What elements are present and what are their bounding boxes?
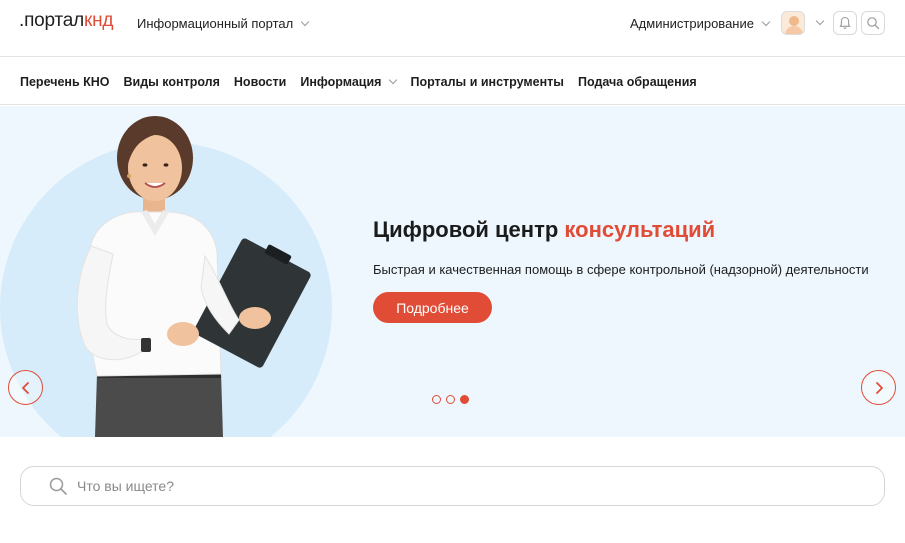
carousel-prev-button[interactable] <box>8 370 43 405</box>
search-input[interactable] <box>77 478 837 494</box>
hero-woman-illustration <box>76 116 311 437</box>
site-search[interactable] <box>20 466 885 506</box>
nav-item-submit-appeal[interactable]: Подача обращения <box>578 75 697 89</box>
nav-item-control-types[interactable]: Виды контроля <box>124 75 220 89</box>
logo-suffix: кнд <box>84 10 114 31</box>
nav-item-label: Новости <box>233 74 287 89</box>
carousel-next-button[interactable] <box>861 370 896 405</box>
nav-item-portals-tools[interactable]: Порталы и инструменты <box>410 75 564 89</box>
chevron-down-icon <box>815 16 825 26</box>
hero-banner: Цифровой центр консультаций Быстрая и ка… <box>0 106 905 437</box>
portal-select-dropdown[interactable]: Информационный портал <box>137 16 310 31</box>
chevron-left-icon <box>21 381 29 394</box>
top-bar: .порталкнд Информационный портал Админис… <box>0 0 905 57</box>
admin-dropdown-label: Администрирование <box>630 16 754 31</box>
nav-item-label: Информация <box>300 74 382 89</box>
hero-title: Цифровой центр консультаций <box>373 217 715 243</box>
chevron-right-icon <box>875 381 883 394</box>
notifications-button[interactable] <box>833 11 857 35</box>
nav-item-information[interactable]: Информация <box>300 74 398 89</box>
portal-select-label: Информационный портал <box>137 16 294 31</box>
chevron-down-icon <box>300 17 310 26</box>
logo-prefix: .портал <box>19 10 85 31</box>
search-icon <box>867 17 880 30</box>
nav-item-label: Порталы и инструменты <box>410 74 564 89</box>
hero-more-button[interactable]: Подробнее <box>373 292 492 323</box>
admin-dropdown[interactable]: Администрирование <box>630 16 771 31</box>
header-search-button[interactable] <box>861 11 885 35</box>
carousel-dot-active[interactable] <box>460 395 469 404</box>
user-menu[interactable] <box>781 11 825 35</box>
avatar <box>781 11 805 35</box>
chevron-down-icon <box>389 75 398 84</box>
carousel-pagination <box>432 395 469 404</box>
chevron-down-icon <box>761 17 771 26</box>
nav-item-label: Виды контроля <box>123 74 220 89</box>
site-logo[interactable]: .порталкнд <box>19 10 114 32</box>
carousel-dot[interactable] <box>446 395 455 404</box>
nav-item-kno-list[interactable]: Перечень КНО <box>20 75 110 89</box>
hero-title-main: Цифровой центр <box>373 217 565 242</box>
search-icon <box>48 476 68 496</box>
hero-subtitle: Быстрая и качественная помощь в сфере ко… <box>373 262 869 277</box>
nav-item-label: Перечень КНО <box>20 74 110 89</box>
main-nav: Перечень КНО Виды контроля Новости Инфор… <box>0 58 905 105</box>
nav-item-news[interactable]: Новости <box>234 75 286 89</box>
nav-item-label: Подача обращения <box>577 74 697 89</box>
bell-icon <box>839 16 851 29</box>
carousel-dot[interactable] <box>432 395 441 404</box>
hero-title-accent: консультаций <box>564 217 716 242</box>
